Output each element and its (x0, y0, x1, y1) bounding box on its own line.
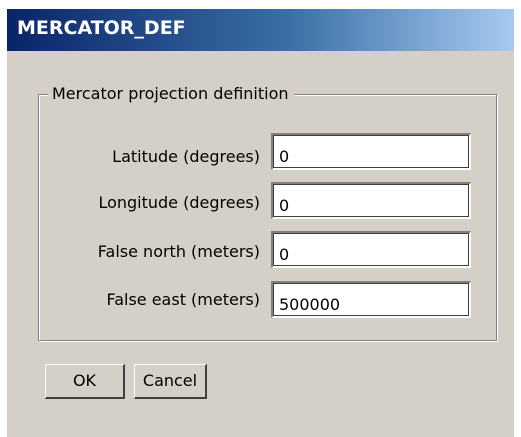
title-bar[interactable]: MERCATOR_DEF (7, 9, 514, 51)
false-north-label: False north (meters) (97, 242, 260, 261)
false-east-label: False east (meters) (106, 290, 260, 309)
longitude-input[interactable] (271, 182, 471, 219)
ok-button[interactable]: OK (45, 364, 125, 399)
longitude-label: Longitude (degrees) (98, 193, 260, 212)
latitude-label: Latitude (degrees) (112, 147, 260, 166)
latitude-input[interactable] (271, 133, 471, 170)
false-north-input[interactable] (271, 231, 471, 268)
cancel-button[interactable]: Cancel (134, 364, 207, 399)
window-title: MERCATOR_DEF (17, 17, 186, 39)
dialog-window: MERCATOR_DEF Mercator projection definit… (7, 9, 514, 437)
groupbox-legend: Mercator projection definition (48, 82, 294, 106)
false-east-input[interactable] (271, 281, 471, 318)
